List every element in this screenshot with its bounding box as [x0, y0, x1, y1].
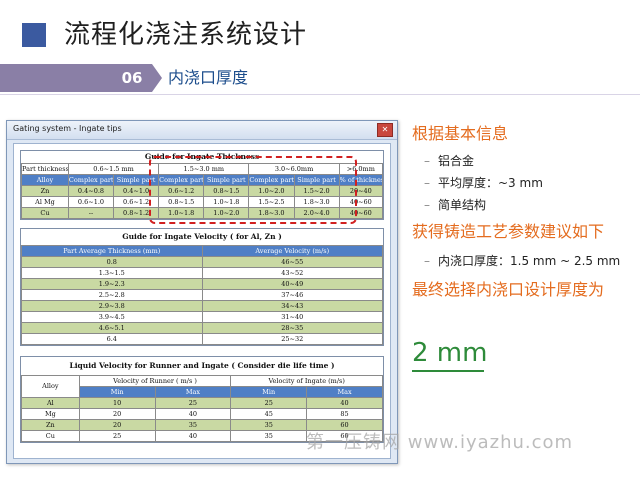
table-cell: 40~49 [201, 278, 383, 290]
alloy-cell: Zn [21, 185, 69, 197]
table-row: 1.9~2.3 40~49 [21, 278, 383, 290]
part-thickness-label: Part thickness [21, 163, 69, 175]
column-header: Max [154, 386, 232, 398]
table-cell: 25 [78, 430, 156, 442]
table-cell: 40 [154, 430, 232, 442]
title-bullet-square [22, 23, 46, 47]
alloy-header: Alloy [21, 375, 80, 398]
section-arrow-icon [152, 64, 162, 92]
heading-basic-info: 根据基本信息 [412, 124, 509, 143]
ingate-header: Velocity of Ingate (m/s) [230, 375, 383, 387]
table-cell: 20 [78, 408, 156, 420]
bullet-item: – 简单结构 [424, 196, 486, 213]
table-cell: 85 [306, 408, 383, 420]
watermark: 第一压铸网 www.iyazhu.com [306, 432, 574, 453]
table-cell: 25~32 [201, 333, 383, 345]
table-row: Al 10 25 25 40 [21, 397, 383, 409]
bullet-item: – 平均厚度：~3 mm [424, 174, 543, 191]
table-cell: 40 [154, 408, 232, 420]
column-header: Part Average Thickness (mm) [21, 245, 203, 257]
table-row: 6.4 25~32 [21, 333, 383, 345]
alloy-cell: Al Mg [21, 196, 69, 208]
result-value: 2 mm [412, 338, 488, 368]
highlight-box [149, 156, 357, 224]
table-row: 2.9~3.8 34~43 [21, 300, 383, 312]
table-cell: 46~55 [201, 256, 383, 268]
table-cell: 35 [230, 430, 308, 442]
column-header: Complex part [67, 174, 115, 186]
result-underline [412, 370, 484, 372]
table-cell: 28~35 [201, 322, 383, 334]
dash-icon: – [424, 254, 430, 268]
table-cell: 35 [154, 419, 232, 431]
dialog-titlebar[interactable]: Gating system - Ingate tips ✕ [7, 121, 397, 140]
table-cell: Al [21, 397, 80, 409]
section-label: 内浇口厚度 [168, 68, 249, 87]
table-cell: 3.9~4.5 [21, 311, 203, 323]
dash-icon: – [424, 176, 430, 190]
bullet-text: 平均厚度：~3 mm [438, 176, 543, 190]
bullet-item: – 铝合金 [424, 152, 474, 169]
table-row: Part Average Thickness (mm) Average Velo… [21, 245, 383, 257]
table-cell: 1.9~2.3 [21, 278, 203, 290]
table-cell: 34~43 [201, 300, 383, 312]
table-cell: 31~40 [201, 311, 383, 323]
table-cell: 40 [306, 397, 383, 409]
bullet-text: 铝合金 [438, 154, 475, 168]
table-row: Mg 20 40 45 85 [21, 408, 383, 420]
column-header: Average Velocity (m/s) [201, 245, 383, 257]
alloy-cell: Cu [21, 207, 69, 219]
table-cell: Mg [21, 408, 80, 420]
table-row: 4.6~5.1 28~35 [21, 322, 383, 334]
column-header: Min [78, 386, 156, 398]
table-row: Alloy Velocity of Runner ( m/s ) Velocit… [21, 375, 383, 398]
velocity-panel: Guide for Ingate Velocity ( for Al, Zn )… [20, 228, 384, 346]
table-cell: Zn [21, 419, 80, 431]
slide-title: 流程化浇注系统设计 [64, 20, 308, 50]
table-cell: 35 [230, 419, 308, 431]
bullet-text: 内浇口厚度：1.5 mm ~ 2.5 mm [438, 254, 621, 268]
table-cell: Cu [21, 430, 80, 442]
table-cell: 2.5~2.8 [21, 289, 203, 301]
table-cell: 25 [154, 397, 232, 409]
table-cell: 43~52 [201, 267, 383, 279]
table-cell: 0.6~1.0 [67, 196, 115, 208]
runner-header: Velocity of Runner ( m/s ) [78, 375, 232, 387]
table-cell: 0.8 [21, 256, 203, 268]
section-divider [0, 94, 640, 95]
table-cell: 45 [230, 408, 308, 420]
liquid-velocity-title: Liquid Velocity for Runner and Ingate ( … [69, 361, 335, 370]
bullet-item: – 内浇口厚度：1.5 mm ~ 2.5 mm [424, 252, 620, 269]
close-icon[interactable]: ✕ [377, 123, 393, 137]
velocity-table: Part Average Thickness (mm) Average Velo… [21, 245, 383, 345]
table-cell: 6.4 [21, 333, 203, 345]
table-cell: 4.6~5.1 [21, 322, 203, 334]
table-cell: 0.4~0.8 [67, 185, 115, 197]
dash-icon: – [424, 154, 430, 168]
alloy-header: Alloy [21, 174, 69, 186]
column-header: Max [306, 386, 383, 398]
ingate-tips-dialog: Gating system - Ingate tips ✕ Guide for … [6, 120, 398, 464]
dash-icon: – [424, 198, 430, 212]
table-cell: -- [67, 207, 115, 219]
velocity-title: Guide for Ingate Velocity ( for Al, Zn ) [122, 232, 282, 241]
table-row: 1.3~1.5 43~52 [21, 267, 383, 279]
table-cell: 1.3~1.5 [21, 267, 203, 279]
heading-process-params: 获得铸造工艺参数建议如下 [412, 222, 605, 241]
dialog-body: Guide for Ingate Thickness Part thicknes… [13, 143, 391, 459]
table-cell: 2.9~3.8 [21, 300, 203, 312]
dialog-title: Gating system - Ingate tips [13, 124, 122, 133]
table-cell: 20 [78, 419, 156, 431]
column-header: Min [230, 386, 308, 398]
table-cell: 37~46 [201, 289, 383, 301]
table-cell: 10 [78, 397, 156, 409]
table-row: 2.5~2.8 37~46 [21, 289, 383, 301]
heading-final-choice: 最终选择内浇口设计厚度为 [412, 280, 605, 299]
range-header: 0.6~1.5 mm [67, 163, 160, 175]
bullet-text: 简单结构 [438, 198, 487, 212]
table-cell: 25 [230, 397, 308, 409]
table-row: 0.8 46~55 [21, 256, 383, 268]
table-row: 3.9~4.5 31~40 [21, 311, 383, 323]
section-number: 06 [121, 69, 143, 87]
